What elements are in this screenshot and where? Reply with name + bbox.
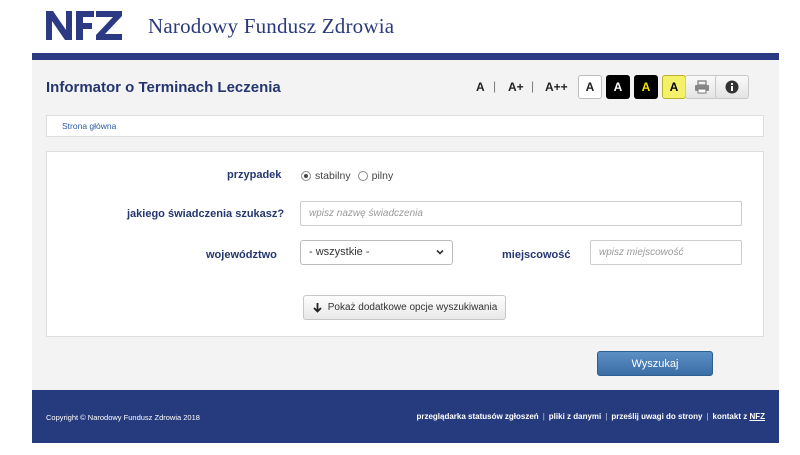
contrast-black-white-button[interactable]: A [606,75,630,99]
province-select[interactable]: - wszystkie - [300,240,453,265]
chevron-down-icon [436,249,444,255]
contrast-default-button[interactable]: A [578,75,602,99]
case-option-urgent-label[interactable]: pilny [372,170,394,182]
footer-link-feedback[interactable]: prześlij uwagi do strony [611,412,702,421]
copyright-text: Copyright © Narodowy Fundusz Zdrowia 201… [46,413,200,422]
printer-icon [695,80,709,94]
search-form: przypadek stabilny pilny jakiego świadcz… [46,151,764,337]
font-size-separator: | [531,79,535,93]
footer-link-contact[interactable]: kontakt z NFZ [713,412,765,421]
case-radio-urgent[interactable] [357,171,368,181]
footer-separator: | [605,412,608,421]
font-size-normal-button[interactable]: A [476,80,485,94]
footer-separator: | [706,412,709,421]
breadcrumb-home-link[interactable]: Strona główna [62,121,116,131]
info-button[interactable] [715,75,749,99]
province-label: województwo [206,249,277,261]
font-size-large-button[interactable]: A+ [508,80,524,94]
service-label: jakiego świadczenia szukasz? [127,208,285,220]
city-input[interactable] [590,240,742,265]
font-size-xlarge-button[interactable]: A++ [545,80,568,94]
footer-link-data-files[interactable]: pliki z danymi [549,412,601,421]
contrast-yellow-black-button[interactable]: A [662,75,686,99]
footer-separator: | [542,412,545,421]
province-select-value: - wszystkie - [309,246,370,258]
breadcrumb: Strona główna [46,115,764,137]
print-button[interactable] [685,75,719,99]
service-search-input[interactable] [300,201,742,226]
case-radio-stable[interactable] [301,171,311,181]
search-button[interactable]: Wyszukaj [597,351,713,376]
footer: Copyright © Narodowy Fundusz Zdrowia 201… [32,390,779,443]
more-options-button[interactable]: Pokaż dodatkowe opcje wyszukiwania [303,295,506,320]
brand-name: Narodowy Fundusz Zdrowia [148,14,395,38]
footer-contact-nfz: NFZ [749,412,765,421]
city-label: miejscowość [502,249,571,261]
info-icon [725,80,739,94]
arrow-down-icon [313,303,322,313]
main-content: Informator o Terminach Leczenia A | A+ |… [32,60,779,390]
page-title: Informator o Terminach Leczenia [46,79,281,96]
case-radio-group: stabilny pilny [301,170,400,182]
footer-contact-label: kontakt z [712,412,750,421]
font-size-separator: | [493,79,497,93]
nfz-logo-icon [46,11,122,40]
more-options-label: Pokaż dodatkowe opcje wyszukiwania [327,302,498,313]
nfz-logo[interactable] [44,8,124,42]
brand-bar [32,53,779,60]
footer-link-status-browser[interactable]: przeglądarka statusów zgłoszeń [416,412,538,421]
footer-links: przeglądarka statusów zgłoszeń | pliki z… [416,412,765,421]
brand-header: Narodowy Fundusz Zdrowia [0,0,800,53]
case-option-stable-label[interactable]: stabilny [315,170,351,182]
contrast-black-yellow-button[interactable]: A [634,75,658,99]
case-label: przypadek [227,169,282,181]
